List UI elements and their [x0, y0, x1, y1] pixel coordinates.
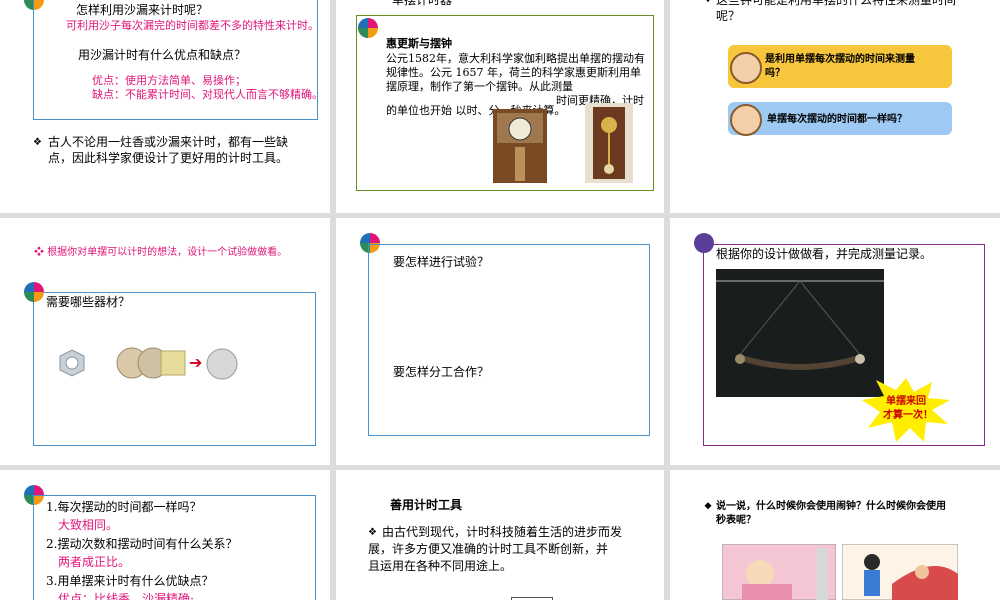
hand-icon: [694, 233, 714, 253]
pendulum-photo: [716, 269, 884, 397]
paragraph-line3: 摆原理，制作了第一个摆钟。从此测量: [386, 80, 573, 93]
slide-title: 善用计时工具: [390, 498, 463, 512]
burst-text-line1: 单摆来回: [886, 396, 926, 407]
slide-1-hourglass[interactable]: 怎样利用沙漏来计时呢？ 可利用沙子每次漏完的时间都差不多的特性来计时。 用沙漏计…: [0, 0, 330, 213]
bullet-icon: ❖: [33, 137, 42, 148]
pendulum-clock-image-2: [585, 103, 633, 183]
instruction-label: 根据你对单摆可以计时的想法，设计一个试验做做看。: [47, 247, 288, 258]
instruction-text: ❖ 根据你对单摆可以计时的想法，设计一个试验做做看。: [34, 245, 287, 260]
question-line2: 呢？: [716, 9, 741, 23]
child-avatar-icon: [730, 52, 762, 84]
bullet-line2: 秒表呢？: [716, 515, 756, 526]
slide-5-experiment-plan[interactable]: 要怎样进行试验？ 要怎样分工合作？: [336, 218, 664, 465]
answer-2: 两者成正比。: [58, 555, 131, 569]
alarm-clock-illustration: [722, 544, 836, 600]
bullet-line3: 且运用在各种不同用途上。: [368, 559, 513, 573]
slide-3-pendulum-question[interactable]: ❖ 这些钟可能是利用单摆的什么特性来测量时间 呢？ 是利用单摆每次摆动的时间来测…: [670, 0, 1000, 213]
slide-4-materials[interactable]: ❖ 根据你对单摆可以计时的想法，设计一个试验做做看。 需要哪些器材？ ➔: [0, 218, 330, 465]
bullet-text-line1: 古人不论用一炷香或沙漏来计时，都有一些缺: [48, 135, 289, 149]
bullet-icon: ❖: [704, 502, 713, 512]
question-3: 3.用单摆来计时有什么优缺点？: [46, 574, 214, 588]
paragraph-line1: 公元1582年，意大利科学家伽利略提出单摆的摆动有: [386, 52, 645, 65]
slide-2-pendulum-clock[interactable]: 单摆计时器 惠更斯与摆钟 公元1582年，意大利科学家伽利略提出单摆的摆动有 规…: [336, 0, 664, 213]
bubble1-line2: 吗？: [765, 68, 785, 79]
bullet-line1: 由古代到现代，计时科技随着生活的进步而发: [382, 525, 623, 539]
question: 用沙漏计时有什么优点和缺点？: [78, 48, 247, 62]
stopwatch-illustration: [842, 544, 958, 600]
slide-logo-icon: [24, 282, 44, 302]
question-1: 1.每次摆动的时间都一样吗？: [46, 500, 202, 514]
hex-nut-image: [59, 349, 85, 377]
slide-6-measurement[interactable]: 根据你的设计做做看，并完成测量记录。 单摆来回 才算一次！: [670, 218, 1000, 465]
bullet-icon: ❖: [704, 0, 713, 5]
bullet-line1: 说一说，什么时候你会使用闹钟？什么时候你会使用: [716, 501, 946, 512]
cons-text: 缺点：不能累计时间、对现代人而言不够精确。: [92, 88, 323, 101]
answer-3: 优点：比线香、沙漏精确;: [58, 592, 195, 600]
materials-question: 需要哪些器材？: [46, 295, 131, 309]
answer-1: 大致相同。: [58, 518, 119, 532]
slide-title: 怎样利用沙漏来计时呢？: [76, 3, 209, 17]
slide-9-clocks-discussion[interactable]: ❖ 说一说，什么时候你会使用闹钟？什么时候你会使用 秒表呢？: [670, 470, 1000, 600]
bullet-icon: ❖: [34, 247, 48, 258]
question-1: 要怎样进行试验？: [393, 255, 490, 269]
slide-7-questions[interactable]: 1.每次摆动的时间都一样吗？ 大致相同。 2.摆动次数和摆动时间有什么关系？ 两…: [0, 470, 330, 600]
bullet-icon: ❖: [368, 527, 377, 538]
arrow-right-icon: ➔: [189, 353, 203, 372]
pros-text: 优点：使用方法简单、易操作；: [92, 74, 246, 87]
burst-text-line2: 才算一次！: [883, 410, 933, 421]
coins-image: [116, 347, 186, 379]
question-2: 要怎样分工合作？: [393, 365, 490, 379]
box-title: 惠更斯与摆钟: [386, 37, 452, 50]
question-line1: 这些钟可能是利用单摆的什么特性来测量时间: [716, 0, 957, 7]
slide-heading: 单摆计时器: [392, 0, 453, 7]
instruction-text: 根据你的设计做做看，并完成测量记录。: [716, 247, 933, 261]
paragraph-line2: 规律性。公元 1657 年，荷兰的科学家惠更斯利用单: [386, 66, 641, 79]
slide-8-timing-tools[interactable]: 善用计时工具 ❖ 由古代到现代，计时科技随着生活的进步而发 展，许多方便又准确的…: [336, 470, 664, 600]
plan-box: [368, 244, 650, 436]
slide-logo-icon: [358, 18, 378, 38]
question-2: 2.摆动次数和摆动时间有什么关系？: [46, 537, 238, 551]
pendulum-clock-image-1: [493, 109, 547, 183]
bubble2-text: 单摆每次摆动的时间都一样吗？: [767, 114, 907, 125]
bullet-line2: 展，许多方便又准确的计时工具不断创新，并: [368, 542, 609, 556]
bullet-text-line2: 点，因此科学家便设计了更好用的计时工具。: [48, 151, 289, 165]
child-avatar-icon: [730, 104, 762, 136]
coin-result-image: [206, 348, 238, 380]
bubble1-line1: 是利用单摆每次摆动的时间来测量: [765, 54, 915, 65]
subtitle: 可利用沙子每次漏完的时间都差不多的特性来计时。: [66, 19, 319, 32]
